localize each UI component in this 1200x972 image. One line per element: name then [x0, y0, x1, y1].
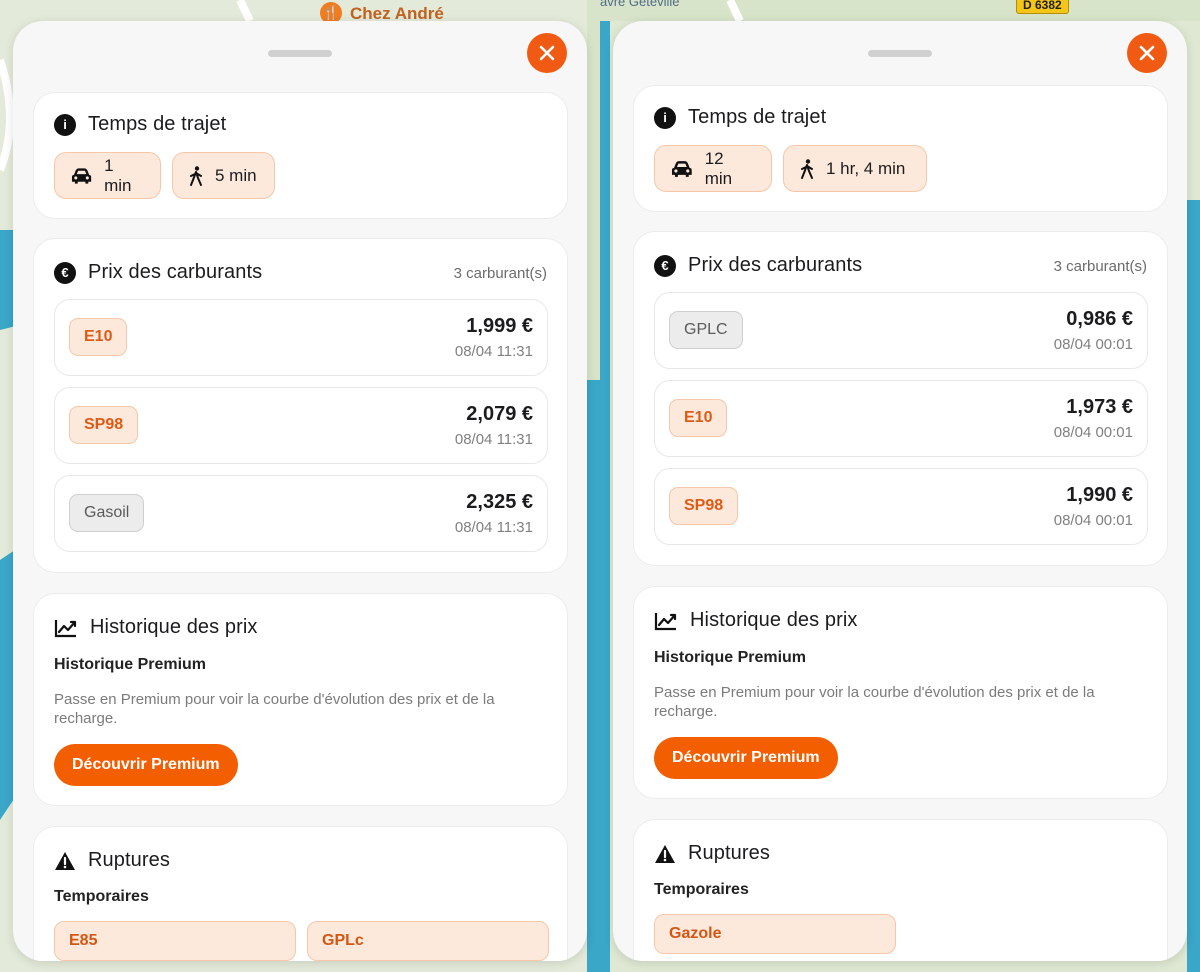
fuel-card-header: € Prix des carburants	[654, 254, 862, 277]
close-icon	[539, 45, 555, 61]
close-icon	[1139, 45, 1155, 61]
ruptures-subtitle: Temporaires	[54, 888, 149, 905]
ruptures-card-title: Ruptures	[88, 849, 170, 871]
history-card-title: Historique des prix	[690, 609, 858, 631]
history-subtitle: Historique Premium	[54, 656, 207, 673]
travel-time-card: i Temps de trajet 12 min 1 hr, 4 min	[633, 85, 1168, 212]
history-card-header: Historique des prix	[54, 616, 258, 639]
fuel-price: 2,325 €	[466, 491, 533, 513]
walking-icon	[801, 158, 813, 179]
station-sheet-right: i Temps de trajet 12 min 1 hr, 4 min € P…	[613, 21, 1187, 961]
warning-icon	[55, 851, 75, 870]
fuel-price-date: 08/04 11:31	[454, 431, 533, 448]
car-time-value: 12 min	[704, 148, 733, 188]
travel-card-title: Temps de trajet	[688, 106, 827, 128]
travel-chips: 1 min 5 min	[54, 152, 275, 199]
fuel-price-date: 08/04 00:01	[1053, 336, 1133, 353]
ruptures-card: Ruptures Temporaires E85 GPLc	[33, 826, 568, 961]
chart-trend-icon	[654, 612, 677, 630]
discover-premium-button[interactable]: Découvrir Premium	[54, 744, 238, 786]
info-icon: i	[654, 106, 676, 129]
car-icon	[71, 167, 92, 184]
fuel-type-tag: E10	[69, 318, 128, 356]
fuel-price: 1,973 €	[1066, 396, 1133, 418]
travel-card-title: Temps de trajet	[88, 113, 227, 135]
rupture-fuel-chip[interactable]: Gazole	[654, 914, 896, 954]
history-card-title: Historique des prix	[90, 616, 258, 638]
fuel-count: 3 carburant(s)	[453, 265, 547, 282]
fuel-price-row[interactable]: GPLC 0,986 € 08/04 00:01	[654, 292, 1148, 369]
discover-premium-button[interactable]: Découvrir Premium	[654, 737, 838, 779]
warning-icon	[655, 844, 675, 863]
price-history-card: Historique des prix Historique Premium P…	[33, 593, 568, 806]
fuel-price: 1,999 €	[466, 315, 533, 337]
map-street-label: avre Geteville	[600, 0, 680, 9]
car-time-chip[interactable]: 1 min	[54, 152, 161, 199]
fuel-price-row[interactable]: E10 1,973 € 08/04 00:01	[654, 380, 1148, 457]
ruptures-card-title: Ruptures	[688, 842, 770, 864]
fuel-price: 2,079 €	[466, 403, 533, 425]
fuel-prices-card: € Prix des carburants 3 carburant(s) E10…	[33, 238, 568, 573]
travel-card-header: i Temps de trajet	[54, 113, 226, 136]
rupture-fuel-chip[interactable]: E85	[54, 921, 296, 961]
walk-time-chip[interactable]: 1 hr, 4 min	[783, 145, 927, 192]
close-button[interactable]	[1127, 33, 1167, 73]
history-card-header: Historique des prix	[654, 609, 858, 632]
fuel-price-row[interactable]: SP98 1,990 € 08/04 00:01	[654, 468, 1148, 545]
fuel-prices-card: € Prix des carburants 3 carburant(s) GPL…	[633, 231, 1168, 566]
sheet-grabber[interactable]	[268, 50, 332, 57]
fuel-price-row[interactable]: E10 1,999 € 08/04 11:31	[54, 299, 548, 376]
euro-icon: €	[654, 254, 676, 277]
ruptures-card-header: Ruptures	[654, 842, 770, 865]
price-history-card: Historique des prix Historique Premium P…	[633, 586, 1168, 799]
chart-trend-icon	[54, 619, 77, 637]
walk-time-value: 1 hr, 4 min	[826, 158, 906, 178]
ruptures-card-header: Ruptures	[54, 849, 170, 872]
history-subtitle: Historique Premium	[654, 649, 807, 666]
info-icon: i	[54, 113, 76, 136]
history-description: Passe en Premium pour voir la courbe d'é…	[654, 684, 1095, 720]
fuel-price-date: 08/04 11:31	[454, 343, 533, 360]
walk-time-value: 5 min	[215, 165, 257, 185]
fuel-price-row[interactable]: SP98 2,079 € 08/04 11:31	[54, 387, 548, 464]
car-time-value: 1 min	[104, 155, 132, 195]
euro-icon: €	[54, 261, 76, 284]
fuel-card-header: € Prix des carburants	[54, 261, 262, 284]
travel-card-header: i Temps de trajet	[654, 106, 826, 129]
fuel-price-date: 08/04 00:01	[1053, 424, 1133, 441]
travel-time-card: i Temps de trajet 1 min 5 min	[33, 92, 568, 219]
travel-chips: 12 min 1 hr, 4 min	[654, 145, 927, 192]
ruptures-subtitle: Temporaires	[654, 881, 749, 898]
fuel-type-tag: Gasoil	[69, 494, 145, 532]
fuel-type-tag: SP98	[69, 406, 139, 444]
fuel-count: 3 carburant(s)	[1053, 258, 1147, 275]
close-button[interactable]	[527, 33, 567, 73]
fuel-price-date: 08/04 00:01	[1053, 512, 1133, 529]
fuel-price-row[interactable]: Gasoil 2,325 € 08/04 11:31	[54, 475, 548, 552]
fuel-price: 1,990 €	[1066, 484, 1133, 506]
road-number-badge: D 6382	[1016, 0, 1069, 14]
sheet-grabber[interactable]	[868, 50, 932, 57]
fuel-type-tag: GPLC	[669, 311, 743, 349]
walking-icon	[190, 165, 202, 186]
fuel-type-tag: SP98	[669, 487, 739, 525]
fuel-type-tag: E10	[669, 399, 728, 437]
car-icon	[671, 160, 692, 177]
fuel-card-title: Prix des carburants	[688, 254, 863, 276]
fuel-price-date: 08/04 11:31	[454, 519, 533, 536]
ruptures-card: Ruptures Temporaires Gazole	[633, 819, 1168, 961]
rupture-fuel-chip[interactable]: GPLc	[307, 921, 549, 961]
fuel-price: 0,986 €	[1066, 308, 1133, 330]
car-time-chip[interactable]: 12 min	[654, 145, 772, 192]
fuel-card-title: Prix des carburants	[88, 261, 263, 283]
station-sheet-left: i Temps de trajet 1 min 5 min € Prix des…	[13, 21, 587, 961]
history-description: Passe en Premium pour voir la courbe d'é…	[54, 691, 495, 727]
walk-time-chip[interactable]: 5 min	[172, 152, 275, 199]
